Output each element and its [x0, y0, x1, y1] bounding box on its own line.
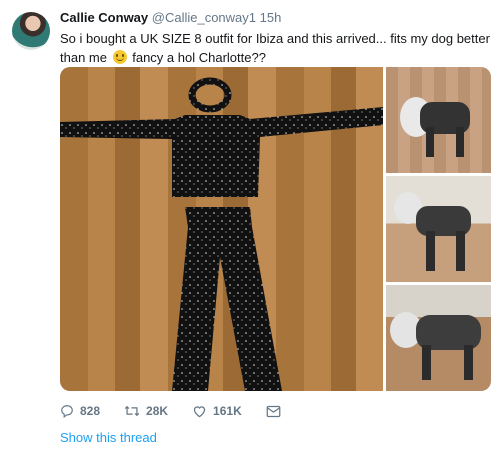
dog-illustration: [394, 192, 471, 271]
smile-emoji-icon: [112, 50, 127, 64]
message-button[interactable]: [266, 405, 287, 418]
photo-dog-3[interactable]: [386, 285, 491, 391]
retweet-count: 28K: [146, 404, 169, 418]
avatar[interactable]: [12, 12, 50, 50]
tweet-time[interactable]: 15h: [260, 10, 282, 25]
like-count: 161K: [213, 404, 242, 418]
dog-illustration: [400, 97, 470, 157]
photo-outfit[interactable]: [60, 67, 383, 391]
retweet-icon: [124, 405, 140, 417]
like-button[interactable]: 161K: [192, 404, 242, 418]
photo-dog-1[interactable]: [386, 67, 491, 173]
tweet-actions: 828 28K 161K: [60, 402, 311, 420]
author-handle[interactable]: @Callie_conway1: [152, 10, 256, 25]
reply-icon: [61, 405, 73, 418]
message-icon: [266, 405, 281, 417]
like-icon: [193, 406, 206, 418]
dog-illustration: [390, 312, 481, 380]
author-name[interactable]: Callie Conway: [60, 10, 148, 25]
photo-dog-2[interactable]: [386, 176, 491, 282]
reply-count: 828: [80, 404, 101, 418]
reply-button[interactable]: 828: [60, 404, 100, 418]
tweet-text-part: fancy a hol Charlotte??: [132, 50, 266, 65]
tweet-media: [60, 67, 491, 391]
tweet-header: Callie Conway @Callie_conway1 15h: [60, 10, 281, 25]
show-thread-link[interactable]: Show this thread: [60, 430, 157, 445]
tweet-text: So i bought a UK SIZE 8 outfit for Ibiza…: [60, 29, 490, 67]
retweet-button[interactable]: 28K: [124, 404, 168, 418]
outfit-illustration: [60, 77, 383, 391]
